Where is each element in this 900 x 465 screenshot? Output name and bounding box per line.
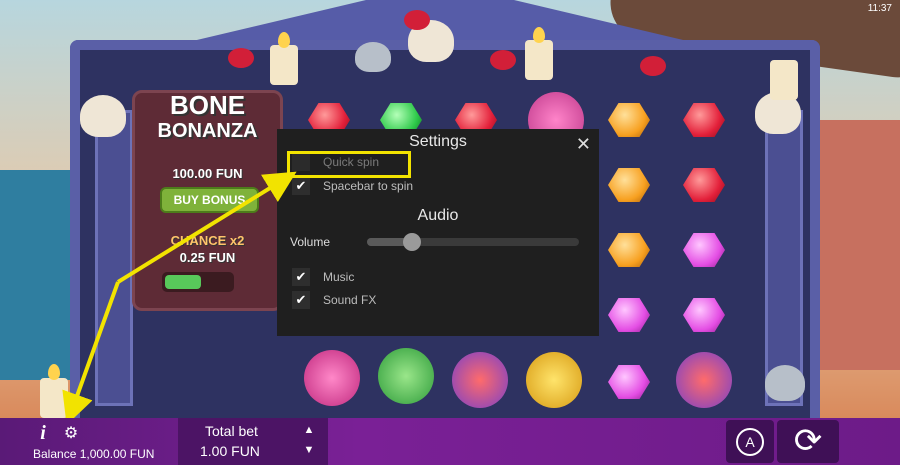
balance-text: Balance 1,000.00 FUN (33, 447, 155, 461)
annotation-arrows (62, 171, 297, 426)
total-bet-value: 1.00 FUN (200, 443, 260, 459)
info-icon[interactable]: i (33, 423, 53, 443)
bottom-bar: i ⚙ Balance 1,000.00 FUN Total bet 1.00 … (0, 418, 900, 465)
bet-decrease-icon[interactable]: ▼ (302, 444, 316, 458)
autoplay-button[interactable]: A (726, 420, 774, 463)
spin-icon: ⟳ (793, 422, 823, 460)
spin-button[interactable]: ⟳ (777, 420, 839, 463)
total-bet-label: Total bet (205, 423, 258, 439)
arrow-to-quick-spin (116, 171, 297, 284)
status-time: 11:37 (867, 3, 892, 14)
autoplay-icon: A (736, 428, 764, 456)
bet-increase-icon[interactable]: ▲ (302, 424, 316, 438)
arrow-to-settings (62, 281, 120, 426)
gear-icon[interactable]: ⚙ (57, 421, 85, 446)
